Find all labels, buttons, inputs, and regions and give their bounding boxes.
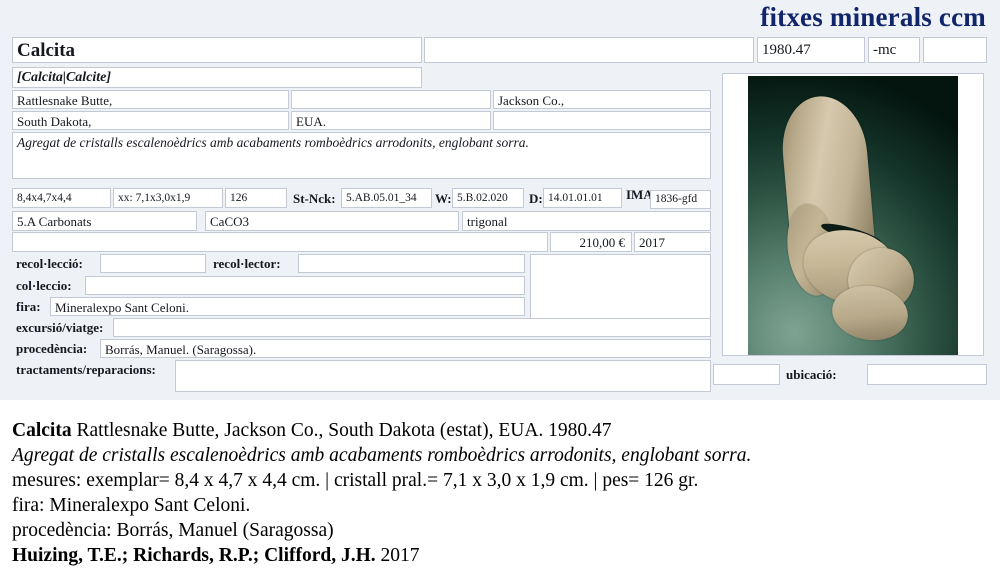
provenance-label: procedència: bbox=[16, 341, 88, 356]
mineral-record-card: fitxes minerals ccm Calcita 1980.47 -mc … bbox=[0, 0, 1000, 400]
excursion-field[interactable] bbox=[113, 318, 711, 337]
treatments-field[interactable] bbox=[175, 360, 711, 392]
price-field[interactable]: 210,00 € bbox=[550, 232, 632, 252]
record-summary-text: Calcita Rattlesnake Butte, Jackson Co., … bbox=[12, 418, 987, 568]
suffix-code-field[interactable]: -mc bbox=[868, 37, 920, 63]
ima-field[interactable]: 1836-gfd bbox=[650, 190, 711, 209]
specimen-photo bbox=[748, 76, 958, 355]
summary-line-5: procedència: Borrás, Manuel (Saragossa) bbox=[12, 520, 334, 541]
formula-field[interactable]: CaCO3 bbox=[205, 211, 459, 231]
region-extra-field[interactable] bbox=[493, 111, 711, 130]
w-code-label: W: bbox=[435, 190, 452, 206]
summary-line-6: Huizing, T.E.; Richards, R.P.; Clifford,… bbox=[12, 543, 987, 568]
summary-line-3: mesures: exemplar= 8,4 x 4,7 x 4,4 cm. |… bbox=[12, 470, 699, 491]
collection-field[interactable] bbox=[85, 276, 525, 295]
summary-line-2: Agregat de cristalls escalenoèdrics amb … bbox=[12, 445, 752, 466]
page-title: fitxes minerals ccm bbox=[760, 2, 986, 32]
recollection-field[interactable] bbox=[100, 254, 206, 273]
crystal-system-field[interactable]: trigonal bbox=[462, 211, 711, 231]
location-code-field[interactable] bbox=[713, 364, 780, 385]
extra-code-field[interactable] bbox=[923, 37, 987, 63]
summary-line-1: Calcita Rattlesnake Butte, Jackson Co., … bbox=[12, 418, 987, 443]
class-field[interactable]: 5.A Carbonats bbox=[12, 211, 197, 231]
recollector-label: recol·lector: bbox=[213, 256, 281, 271]
fair-field[interactable]: Mineralexpo Sant Celoni. bbox=[50, 297, 525, 316]
treatments-label: tractaments/reparacions: bbox=[16, 362, 156, 377]
d-code-field[interactable]: 14.01.01.01 bbox=[543, 188, 622, 208]
location-label: ubicació: bbox=[786, 367, 837, 382]
description-textarea[interactable]: Agregat de cristalls escalenoèdrics amb … bbox=[12, 132, 711, 179]
d-code-label: D: bbox=[529, 190, 543, 206]
crystal-measure-field[interactable]: xx: 7,1x3,0x1,9 bbox=[113, 188, 223, 208]
summary-mineral-name: Calcita bbox=[12, 420, 72, 441]
summary-reference-authors: Huizing, T.E.; Richards, R.P.; Clifford,… bbox=[12, 545, 376, 566]
provenance-field[interactable]: Borrás, Manuel. (Saragossa). bbox=[100, 339, 711, 358]
fair-label: fira: bbox=[16, 299, 41, 314]
location-field[interactable] bbox=[867, 364, 987, 385]
specimen-photo-panel bbox=[722, 73, 984, 356]
w-code-field[interactable]: 5.B.02.020 bbox=[452, 188, 524, 208]
excursion-label: excursió/viatge: bbox=[16, 320, 104, 335]
notes-panel[interactable] bbox=[530, 254, 711, 322]
strunz-nickel-label: St-Nck: bbox=[293, 190, 336, 206]
recollector-field[interactable] bbox=[298, 254, 525, 273]
year-field[interactable]: 2017 bbox=[634, 232, 711, 252]
summary-reference-year: 2017 bbox=[375, 545, 420, 566]
mineral-name-field[interactable]: Calcita bbox=[12, 37, 422, 63]
summary-line-4: fira: Mineralexpo Sant Celoni. bbox=[12, 495, 251, 516]
synonyms-field[interactable]: [Calcita|Calcite] bbox=[12, 67, 422, 88]
recollection-label: recol·lecció: bbox=[16, 256, 83, 271]
collection-label: col·leccio: bbox=[16, 278, 72, 293]
catalog-number-field[interactable]: 1980.47 bbox=[757, 37, 865, 63]
summary-locality: Rattlesnake Butte, Jackson Co., South Da… bbox=[71, 420, 612, 441]
specimen-measure-field[interactable]: 8,4x4,7x4,4 bbox=[12, 188, 111, 208]
strunz-nickel-field[interactable]: 5.AB.05.01_34 bbox=[341, 188, 432, 208]
country-field[interactable]: EUA. bbox=[291, 111, 491, 130]
state-field[interactable]: South Dakota, bbox=[12, 111, 289, 130]
weight-field[interactable]: 126 bbox=[225, 188, 287, 208]
county-field[interactable]: Jackson Co., bbox=[493, 90, 711, 109]
locality-field[interactable]: Rattlesnake Butte, bbox=[12, 90, 289, 109]
locality-secondary-field[interactable] bbox=[291, 90, 491, 109]
name-secondary-field[interactable] bbox=[424, 37, 754, 63]
blank-wide-field[interactable] bbox=[12, 232, 548, 252]
